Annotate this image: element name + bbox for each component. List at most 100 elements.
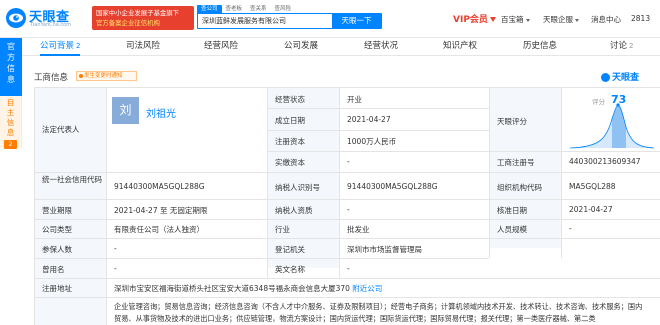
status-value: 开业 <box>347 95 362 104</box>
official-info-char: 信 <box>7 64 15 73</box>
official-info-char: 官 <box>7 42 15 51</box>
approval-date-value: 2021-04-27 <box>569 205 613 214</box>
toolbox-menu[interactable]: 百宝箱 <box>501 14 530 25</box>
tab-label: 历史信息 <box>523 41 558 51</box>
section-tabs: 公司背景 2 司法风险 经营风险 公司发展 经营状况 知识产权 历史信息 讨论 2 <box>22 38 660 56</box>
tab-judicial-risk[interactable]: 司法风险 <box>126 38 160 56</box>
tab-operation-status[interactable]: 经营状况 <box>364 38 398 56</box>
top-bar: 天眼查 TianYanCha.com 国家中小企业发展子基金旗下 官方备案企业征… <box>0 0 660 38</box>
business-no-label: 工商注册号 <box>497 158 535 167</box>
row-divider <box>34 238 660 239</box>
paid-capital-label: 实缴资本 <box>275 158 305 167</box>
tab-operation-risk[interactable]: 经营风险 <box>204 38 238 56</box>
tab-label: 公司发展 <box>284 41 319 51</box>
industry-label: 行业 <box>275 225 290 234</box>
row-divider <box>34 258 489 259</box>
nearby-companies-link[interactable]: 附近公司 <box>352 284 382 293</box>
tab-label: 讨论 <box>610 41 628 51</box>
col-divider <box>489 87 490 258</box>
term-value: 2021-04-27 至 无固定期限 <box>114 206 208 215</box>
business-scope-line-2: 贸易、从事货物及技术的进出口业务；供应链管理，物流方案设计；国内货运代理；国际货… <box>114 314 596 323</box>
logo-domain: TianYanCha.com <box>30 22 72 28</box>
company-type-value: 有限责任公司（法人独资） <box>114 225 204 234</box>
tab-label: 知识产权 <box>443 41 478 51</box>
tab-discussion[interactable]: 讨论 2 <box>610 38 633 56</box>
insured-label: 参保人数 <box>42 245 72 254</box>
enterprise-service-menu[interactable]: 天眼企服 <box>543 14 579 25</box>
tab-intellectual-property[interactable]: 知识产权 <box>443 38 477 56</box>
chevron-down-icon <box>525 18 530 22</box>
established-value: 2021-04-27 <box>347 115 391 124</box>
taxpayer-qual-label: 纳税人资质 <box>275 206 313 215</box>
row-divider <box>34 172 660 173</box>
score-distribution-curve <box>570 103 654 149</box>
official-info-tab[interactable]: 官 方 信 息 <box>0 38 22 96</box>
english-name-label: 英文名称 <box>275 265 305 274</box>
tab-company-development[interactable]: 公司发展 <box>284 38 318 56</box>
search-box: 天眼一下 <box>197 13 382 29</box>
tab-label: 司法风险 <box>126 41 161 51</box>
business-info-table: 法定代表人 刘 刘祖光 经营状态 开业 成立日期 2021-04-27 注册资本… <box>34 87 660 325</box>
enterprise-service-label: 天眼企服 <box>543 15 573 24</box>
col-divider <box>34 87 35 325</box>
tab-history[interactable]: 历史信息 <box>523 38 557 56</box>
change-notify-label: 发生变更时通知 <box>84 73 123 79</box>
eye-logo-icon <box>6 8 26 28</box>
message-center-link[interactable]: 消息中心 <box>591 14 621 25</box>
promo-line-1: 国家中小企业发展子基金旗下 <box>96 9 180 17</box>
promo-banner[interactable]: 国家中小企业发展子基金旗下 官方备案企业征信机构 <box>92 6 194 30</box>
site-logo[interactable]: 天眼查 TianYanCha.com <box>5 5 87 31</box>
self-info-char: 息 <box>6 128 15 137</box>
reg-capital-label: 注册资本 <box>275 137 305 146</box>
legal-rep-name-link[interactable]: 刘祖光 <box>146 105 176 120</box>
legal-rep-label: 法定代表人 <box>42 125 80 134</box>
tab-count: 2 <box>76 42 81 50</box>
taxpayer-id-label: 纳税人识别号 <box>275 183 320 192</box>
org-code-label: 组织机构代码 <box>497 183 542 192</box>
row-divider <box>267 108 489 109</box>
search-input[interactable] <box>198 14 331 28</box>
search-type-tabs: 查公司 查老板 查关系 查风险 <box>197 3 295 14</box>
col-divider <box>561 87 562 258</box>
self-info-tab[interactable]: 自 主 信 息 2 <box>0 96 22 149</box>
credit-code-label: 统一社会信用代码 <box>42 175 102 184</box>
search-button[interactable]: 天眼一下 <box>332 14 381 28</box>
row-divider <box>34 278 660 279</box>
avatar[interactable]: 刘 <box>112 97 139 124</box>
row-divider <box>34 297 660 298</box>
self-info-char: 自 <box>6 98 15 107</box>
notify-dot-icon <box>79 73 83 78</box>
self-info-count: 2 <box>4 140 17 149</box>
brand-watermark: 天眼查 <box>601 70 639 83</box>
business-scope-line-1: 企业管理咨询；贸易信息咨询；经济信息咨询（不含人才中介服务、证券及限制项目）；经… <box>114 302 643 311</box>
change-notify-badge[interactable]: 发生变更时通知 <box>76 71 137 81</box>
self-info-char: 信 <box>6 118 15 127</box>
score-label: 天眼评分 <box>497 117 527 126</box>
tab-label: 公司背景 <box>40 41 75 51</box>
vip-diamond-icon <box>489 17 496 22</box>
official-info-char: 方 <box>7 53 15 62</box>
official-info-char: 息 <box>7 75 15 84</box>
user-account[interactable]: 2813 <box>631 14 650 23</box>
address-value: 深圳市宝安区福海街道桥头社区宝安大道6348号福永商会信息大厦370 附近公司 <box>114 283 382 294</box>
row-divider <box>267 151 660 152</box>
row-divider <box>34 199 660 200</box>
eye-logo-icon <box>601 73 610 82</box>
tab-label: 经营风险 <box>204 41 239 51</box>
authority-label: 登记机关 <box>275 245 305 254</box>
address-text: 深圳市宝安区福海街道桥头社区宝安大道6348号福永商会信息大厦370 <box>114 284 350 293</box>
reg-capital-value: 1000万人民币 <box>347 137 397 146</box>
authority-value: 深圳市市场监督管理局 <box>347 245 422 254</box>
org-code-value: MA5GQL288 <box>569 182 616 191</box>
staff-size-value: - <box>569 224 572 233</box>
toolbox-label: 百宝箱 <box>501 15 524 24</box>
company-type-label: 公司类型 <box>42 225 72 234</box>
insured-value: - <box>114 244 117 253</box>
tab-company-background[interactable]: 公司背景 2 <box>40 38 81 56</box>
vip-member-link[interactable]: VIP会员 <box>453 12 496 25</box>
industry-value: 批发业 <box>347 225 370 234</box>
col-divider <box>339 87 340 278</box>
brand-watermark-text: 天眼查 <box>612 73 640 83</box>
approval-date-label: 核准日期 <box>497 206 527 215</box>
credit-code-value: 91440300MA5GQL288G <box>114 182 205 191</box>
